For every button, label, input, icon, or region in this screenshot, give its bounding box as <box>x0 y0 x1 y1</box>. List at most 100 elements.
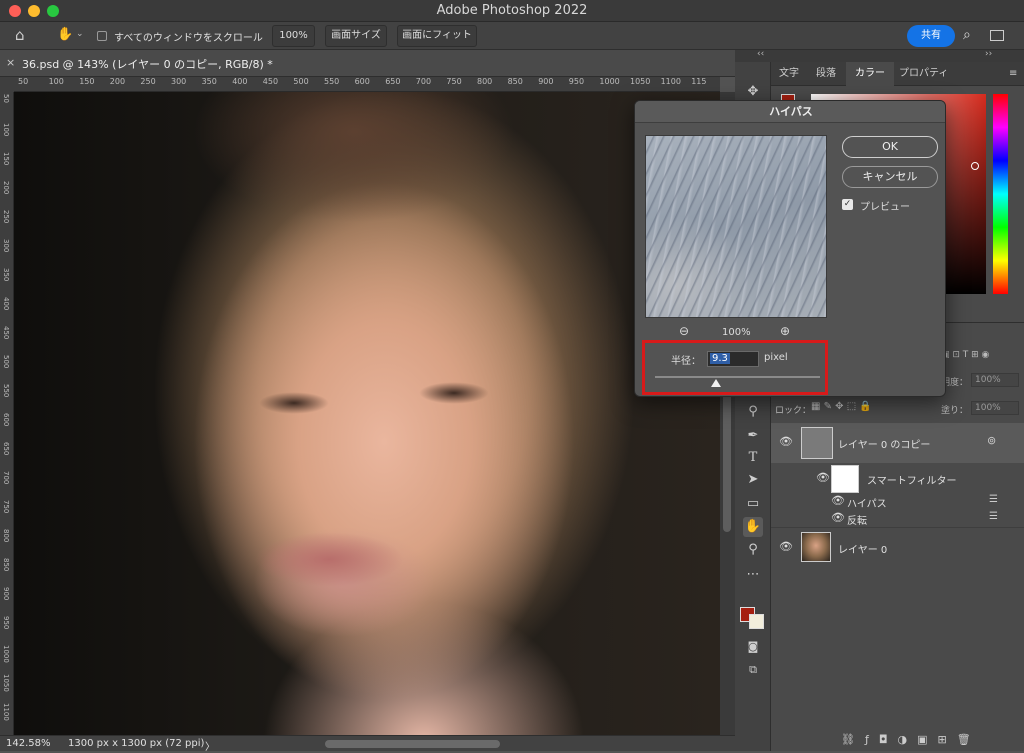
ruler-tick: 450 <box>262 77 279 86</box>
tab-properties[interactable]: プロパティ <box>899 62 948 86</box>
ruler-tick: 100 <box>48 77 64 86</box>
options-bar: ⌂ ✋ ⌄ すべてのウィンドウをスクロール 100% 画面サイズ 画面にフィット… <box>0 22 1024 50</box>
more-tools-icon[interactable]: ⋯ <box>743 565 763 585</box>
zoom-readout[interactable]: 142.58% <box>6 738 51 749</box>
lips <box>254 532 404 587</box>
layer-actions-bar[interactable]: ⛓ƒ◘◑▣⊞🗑 <box>841 733 981 746</box>
fill-field[interactable]: 100% <box>971 401 1019 415</box>
filter-options-icon[interactable]: ☰ <box>989 511 998 522</box>
ruler-tick: 1050 <box>630 77 651 86</box>
layer-name: レイヤー 0 <box>838 545 888 556</box>
ruler-tick: 550 <box>324 77 340 86</box>
ruler-tick: 800 <box>2 529 10 543</box>
visibility-eye-icon[interactable]: 👁 <box>831 494 845 507</box>
screen-mode-icon[interactable]: ⧉ <box>743 660 763 680</box>
visibility-eye-icon[interactable]: 👁 <box>779 540 793 553</box>
visibility-eye-icon[interactable]: 👁 <box>779 435 793 448</box>
search-icon[interactable]: ⌕ <box>963 27 971 43</box>
tab-paragraph[interactable]: 段落 <box>816 62 836 86</box>
zoom-out-icon[interactable]: ⊖ <box>679 324 689 338</box>
ruler-tick: 50 <box>2 94 10 103</box>
zoom-tool-icon[interactable]: ⚲ <box>743 540 763 560</box>
smart-object-thumbnail <box>801 427 833 459</box>
zoom-100-button[interactable]: 100% <box>272 25 315 47</box>
ruler-tick: 700 <box>415 77 432 86</box>
rectangle-tool-icon[interactable]: ▭ <box>743 494 763 514</box>
ruler-tick: 250 <box>140 77 156 86</box>
path-select-tool-icon[interactable]: ➤ <box>743 470 763 490</box>
ruler-tick: 150 <box>2 152 10 166</box>
app-title: Adobe Photoshop 2022 <box>436 3 588 18</box>
ruler-tick: 850 <box>507 77 523 86</box>
ruler-tick: 500 <box>293 77 309 86</box>
radius-highlight-box: 半径： 9.3 pixel <box>642 340 828 395</box>
ok-button[interactable]: OK <box>842 136 938 158</box>
collapse-panels-icon[interactable]: ›› <box>985 49 992 59</box>
filter-row-high-pass[interactable]: 👁 ハイパス ☰ <box>771 493 1024 510</box>
radius-value: 9.3 <box>710 353 730 364</box>
hue-slider[interactable] <box>993 94 1008 294</box>
ruler-tick: 1000 <box>2 645 10 663</box>
zoom-in-icon[interactable]: ⊕ <box>780 324 790 338</box>
opacity-field[interactable]: 100% <box>971 373 1019 387</box>
ruler-tick: 850 <box>2 558 10 572</box>
share-button[interactable]: 共有 <box>907 25 955 47</box>
panel-menu-icon[interactable]: ≡ <box>1009 62 1017 86</box>
close-tab-icon[interactable]: × <box>6 56 15 69</box>
radius-slider-thumb[interactable] <box>711 379 722 387</box>
chevron-down-icon[interactable]: ⌄ <box>76 29 84 39</box>
color-picker-marker[interactable] <box>971 162 979 170</box>
quick-mask-icon[interactable]: ◙ <box>743 637 763 657</box>
radius-slider-track[interactable] <box>655 376 820 378</box>
move-tool-icon[interactable]: ✥ <box>743 82 763 102</box>
visibility-eye-icon[interactable]: 👁 <box>816 471 830 484</box>
filter-name: ハイパス <box>847 499 887 510</box>
filter-options-icon[interactable]: ☰ <box>989 494 998 505</box>
ruler-tick: 650 <box>385 77 401 86</box>
lock-icons[interactable]: ▦ ✎ ✥ ⬚ 🔒 <box>811 401 872 412</box>
workspace-icon[interactable] <box>990 30 1004 41</box>
ruler-tick: 150 <box>79 77 95 86</box>
filter-preview[interactable] <box>645 135 827 318</box>
hand-tool-active-icon[interactable]: ✋ <box>743 517 763 537</box>
ruler-tick: 200 <box>109 77 126 86</box>
dialog-title: ハイパス <box>635 101 945 123</box>
hand-tool-icon[interactable]: ✋ <box>57 27 73 42</box>
document-tab[interactable]: × 36.psd @ 143% (レイヤー 0 のコピー, RGB/8) * <box>0 50 735 77</box>
collapse-toolbar-icon[interactable]: ‹‹ <box>757 49 764 59</box>
home-icon[interactable]: ⌂ <box>15 26 25 44</box>
ruler-tick: 1100 <box>660 77 681 86</box>
zoom-search-icon[interactable]: ⚲ <box>743 402 763 422</box>
ruler-tick: 600 <box>354 77 370 86</box>
ruler-tick: 50 <box>18 77 29 86</box>
filter-row-invert[interactable]: 👁 反転 ☰ <box>771 510 1024 527</box>
ruler-tick: 250 <box>2 210 10 224</box>
pen-tool-icon[interactable]: ✒ <box>743 426 763 446</box>
ruler-tick: 650 <box>2 442 10 456</box>
horizontal-scroll-thumb[interactable] <box>325 740 500 748</box>
tab-color[interactable]: カラー <box>846 62 894 86</box>
scroll-all-label: すべてのウィンドウをスクロール <box>114 33 263 44</box>
layer-row-smart-filter[interactable]: 👁 スマートフィルター <box>771 463 1024 496</box>
layer-row-copy[interactable]: 👁 レイヤー 0 のコピー ⊚ <box>771 423 1024 463</box>
screen-size-button[interactable]: 画面サイズ <box>325 25 387 47</box>
ruler-tick: 1050 <box>2 674 10 692</box>
scroll-all-checkbox[interactable] <box>97 31 107 41</box>
layer-filter-icons[interactable]: ▣ ⊡ T ⊞ ◉ <box>941 350 1021 362</box>
image-canvas[interactable] <box>14 92 720 735</box>
fit-screen-button[interactable]: 画面にフィット <box>397 25 477 47</box>
background-color-swatch[interactable] <box>749 614 764 629</box>
radius-input[interactable]: 9.3 <box>707 351 759 367</box>
type-tool-icon[interactable]: T <box>743 448 763 468</box>
tab-character[interactable]: 文字 <box>779 62 799 86</box>
ruler-tick: 750 <box>446 77 462 86</box>
preview-zoom-value: 100% <box>722 327 751 338</box>
visibility-eye-icon[interactable]: 👁 <box>831 511 845 524</box>
ruler-tick: 450 <box>2 326 10 340</box>
ruler-tick: 700 <box>2 471 10 485</box>
layer-name: レイヤー 0 のコピー <box>838 440 931 451</box>
preview-checkbox[interactable]: ✓ <box>842 199 853 210</box>
cancel-button[interactable]: キャンセル <box>842 166 938 188</box>
layer-row-base[interactable]: 👁 レイヤー 0 <box>771 527 1024 567</box>
panel-tabs: 文字 段落 カラー プロパティ ≡ <box>771 62 1024 86</box>
